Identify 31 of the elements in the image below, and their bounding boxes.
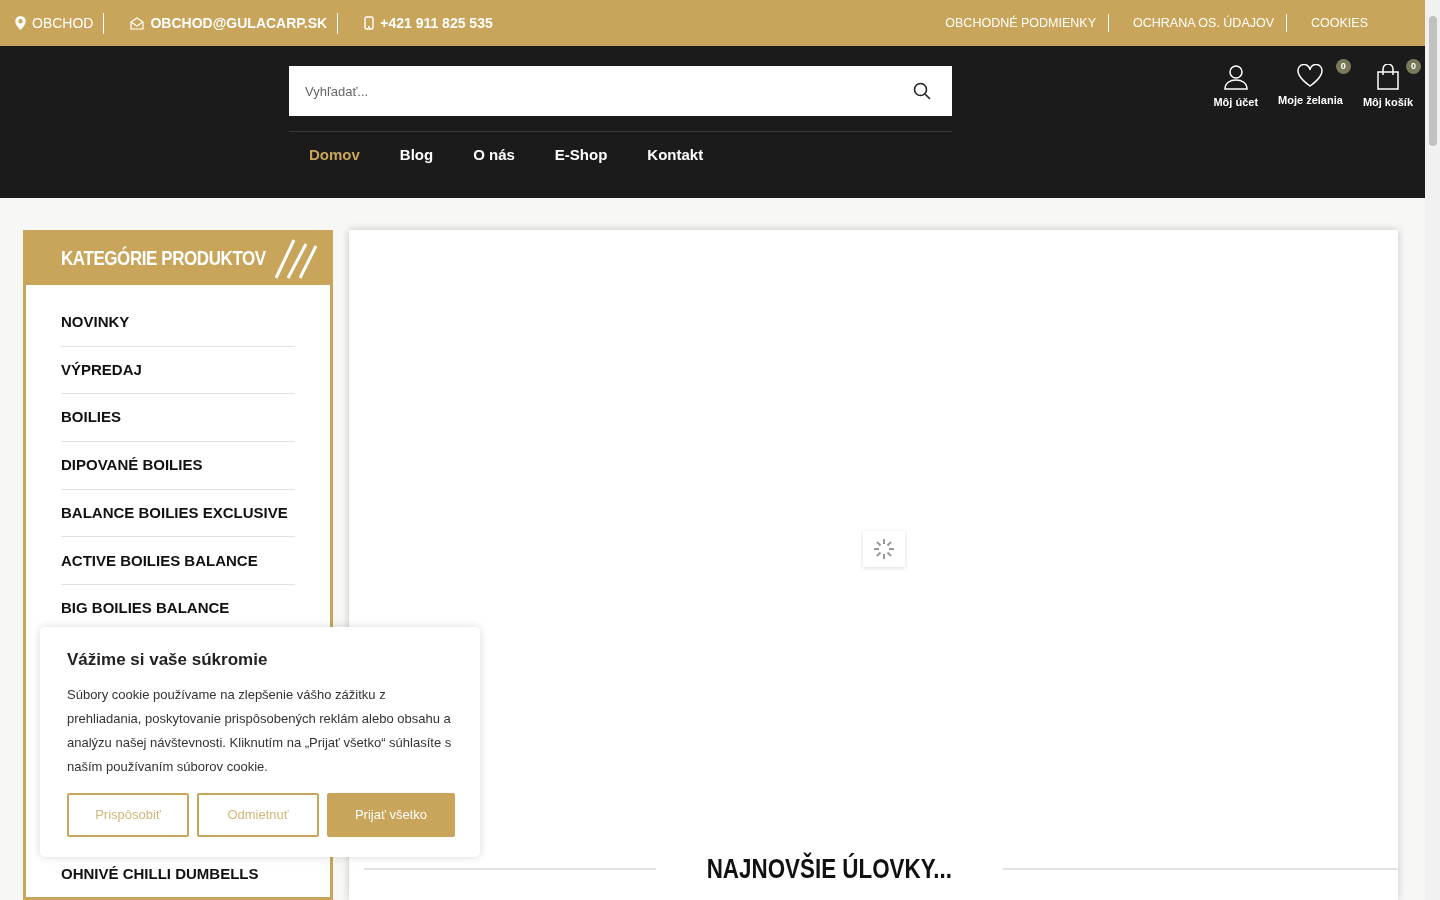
category-link[interactable]: VÝPREDAJ <box>61 346 295 395</box>
shopping-bag-icon <box>1376 64 1399 90</box>
account-link[interactable]: Môj účet <box>1213 94 1259 111</box>
count-badge: 0 <box>1406 59 1421 74</box>
nav-link[interactable]: Blog <box>399 144 434 167</box>
envelope-icon <box>130 16 145 30</box>
section-heading: NAJNOVŠIE ÚLOVKY... <box>706 851 954 886</box>
search-field[interactable]: Vyhľadať... <box>289 66 892 116</box>
loading-spinner-icon <box>862 531 905 567</box>
category-link[interactable]: NOVINKY <box>61 299 295 347</box>
category-link[interactable]: BOILIES <box>61 394 295 443</box>
search-button[interactable] <box>892 66 952 116</box>
category-link[interactable]: BALANCE BOILIES EXCLUSIVE <box>61 489 295 538</box>
scratch-marks-icon <box>274 238 318 280</box>
location-pin-icon <box>15 16 26 30</box>
category-link[interactable]: DIPOVANÉ BOILIES <box>61 442 295 490</box>
cookie-title: Vážime si vaše súkromie <box>67 649 269 671</box>
account-link[interactable]: Moje želania <box>1278 92 1343 109</box>
account-link[interactable]: Môj košík <box>1362 94 1413 111</box>
cookie-text: Súbory cookie používame na zlepšenie vášho zážitku z prehliadania, poskytovanie prispôsobených reklám alebo obsahu a analýzu našej návštevnosti. Kliknutím na „Prijať všetko“ súhlasíte s naším používaním súborov cookie. <box>67 685 453 776</box>
category-link[interactable]: ACTIVE BOILIES BALANCE <box>61 537 295 586</box>
count-badge: 0 <box>1335 59 1351 74</box>
heart-icon <box>1297 64 1324 88</box>
user-icon <box>1222 64 1249 90</box>
nav-link[interactable]: Kontakt <box>647 144 704 167</box>
nav-link[interactable]: Domov <box>309 144 360 167</box>
phone-icon <box>364 16 375 30</box>
nav-link[interactable]: O nás <box>473 144 515 167</box>
sidebar-title: KATEGÓRIE PRODUKTOV <box>61 245 266 271</box>
search-icon <box>913 82 931 100</box>
nav-link[interactable]: E-Shop <box>554 144 608 167</box>
